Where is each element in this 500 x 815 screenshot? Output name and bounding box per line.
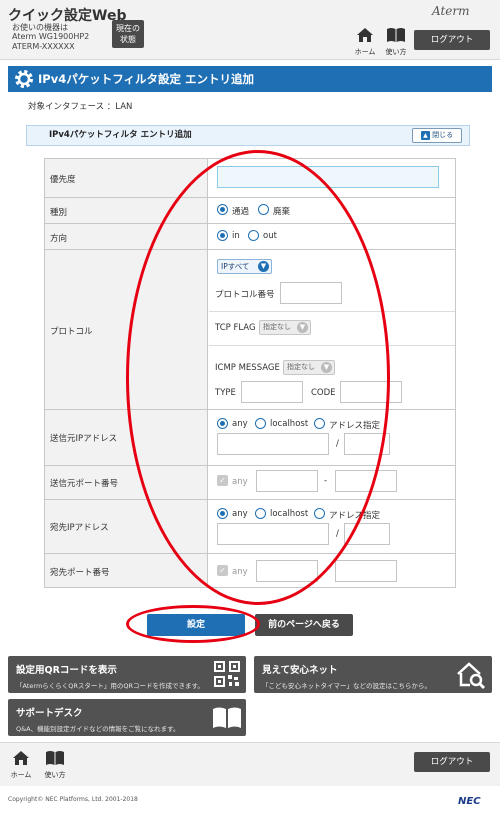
close-button[interactable]: ▲ 閉じる — [412, 128, 462, 143]
type-label: 種別 — [50, 208, 68, 218]
dst-port-end-input[interactable] — [335, 560, 397, 582]
support-desk-tile-desc: Q&A、機能別設定ガイドなどの情報をご覧になれます。 — [16, 725, 180, 733]
interface-line: 対象インタフェース ：LAN — [28, 102, 133, 112]
home-label: ホーム — [354, 48, 376, 56]
manual-nav[interactable]: 使い方 — [381, 27, 411, 57]
qr-code-tile-title: 設定用QRコードを表示 — [16, 665, 117, 676]
footer-home-label: ホーム — [10, 771, 32, 779]
mieru-anshin-net-tile-title: 見えて安心ネット — [262, 665, 338, 676]
nec-logo: NEC — [458, 796, 481, 807]
qr-code-tile[interactable]: 設定用QRコードを表示 「AtermらくらくQRスタート」用のQRコードを作成で… — [8, 656, 246, 693]
src-port-label: 送信元ポート番号 — [50, 479, 119, 489]
book-icon — [213, 707, 241, 728]
footer-home-nav[interactable]: ホーム — [6, 750, 36, 780]
protocol-label: プロトコル — [50, 327, 93, 337]
logout-button[interactable]: ログアウト — [414, 30, 490, 50]
src-ip-label: 送信元IPアドレス — [50, 434, 118, 444]
close-label: 閉じる — [432, 131, 454, 139]
qr-code-icon — [214, 661, 240, 687]
copyright: Copyright© NEC Platforms, Ltd. 2001-2018 — [8, 796, 138, 803]
annotation-ellipse-form — [126, 150, 390, 605]
chevron-up-icon: ▲ — [420, 130, 430, 140]
status-button-line-2: 状態 — [120, 35, 136, 44]
device-line-2: Aterm WG1900HP2 — [12, 32, 90, 41]
gear-icon — [15, 70, 33, 88]
status-button[interactable]: 現在の 状態 — [112, 20, 144, 48]
book-icon — [387, 28, 405, 42]
house-search-icon — [457, 662, 486, 690]
brand-logo: Aterm — [432, 4, 470, 18]
page-title: IPv4パケットフィルタ設定 エントリ追加 — [8, 66, 492, 92]
mieru-anshin-net-tile[interactable]: 見えて安心ネット 「こども安心ネットタイマー」などの設定はこちらから。 — [254, 656, 492, 693]
priority-label: 優先度 — [50, 175, 76, 185]
home-icon — [13, 751, 29, 765]
direction-label: 方向 — [50, 234, 68, 244]
dst-ip-label: 宛先IPアドレス — [50, 523, 109, 533]
footer-manual-nav[interactable]: 使い方 — [40, 750, 70, 780]
device-line-3: ATERM-XXXXXX — [12, 42, 75, 51]
back-button[interactable]: 前のページへ戻る — [255, 614, 353, 636]
mieru-anshin-net-tile-desc: 「こども安心ネットタイマー」などの設定はこちらから。 — [262, 682, 431, 690]
footer-logout-button[interactable]: ログアウト — [414, 752, 490, 772]
support-desk-tile-title: サポートデスク — [16, 708, 83, 719]
manual-label: 使い方 — [385, 48, 407, 56]
annotation-ellipse-set-button — [126, 605, 260, 643]
footer-manual-label: 使い方 — [44, 771, 66, 779]
book-icon — [46, 751, 64, 765]
support-desk-tile[interactable]: サポートデスク Q&A、機能別設定ガイドなどの情報をご覧になれます。 — [8, 699, 246, 736]
qr-code-tile-desc: 「AtermらくらくQRスタート」用のQRコードを作成できます。 — [16, 682, 204, 690]
home-icon — [357, 28, 373, 42]
status-button-line-1: 現在の — [116, 24, 140, 33]
home-nav[interactable]: ホーム — [350, 27, 380, 57]
dst-port-label: 宛先ポート番号 — [50, 568, 110, 578]
section-title: IPv4パケットフィルタ エントリ追加 — [26, 125, 470, 146]
